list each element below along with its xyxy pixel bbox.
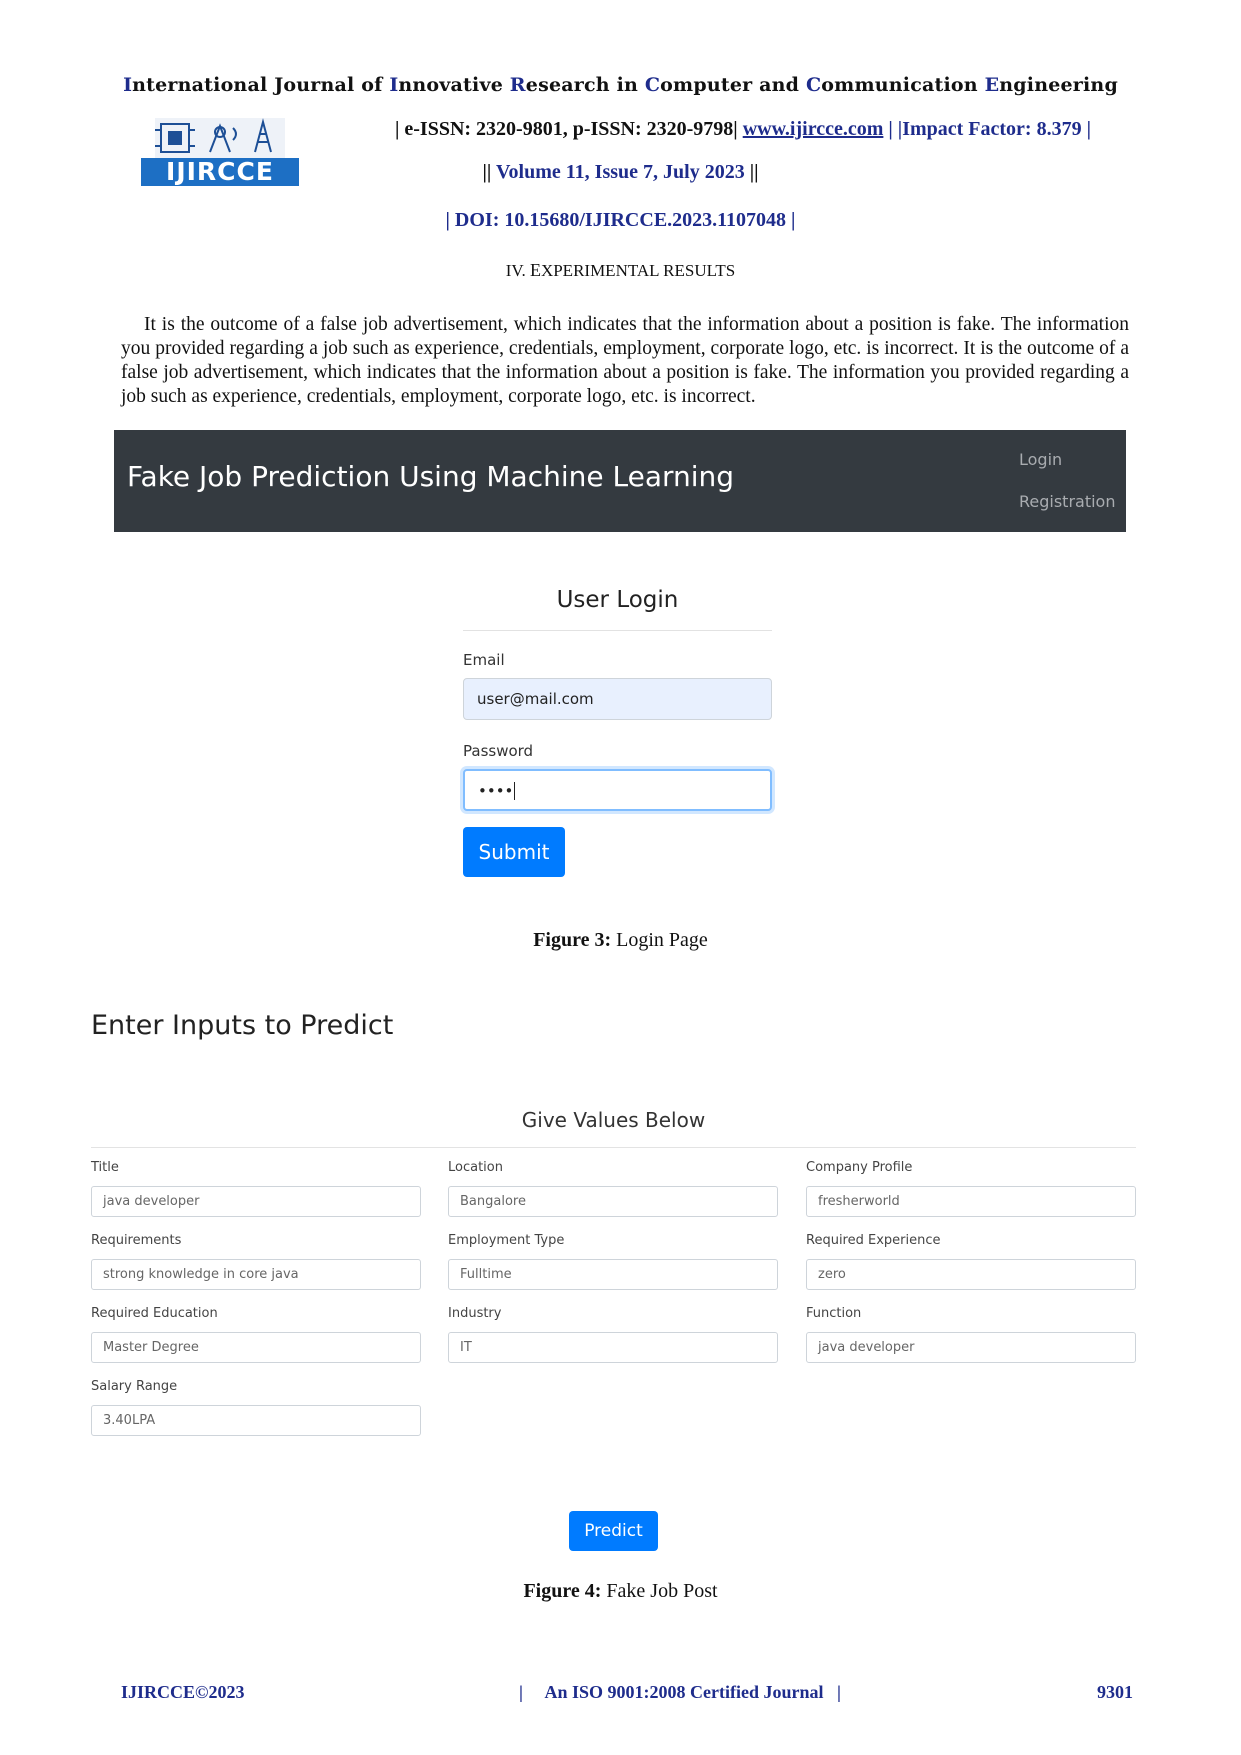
- journal-title-part: Engineering: [984, 74, 1118, 96]
- required-education-field-group: Required Education Master Degree: [91, 1305, 421, 1363]
- page-number: 9301: [1097, 1682, 1133, 1702]
- field-label: Required Experience: [806, 1233, 941, 1248]
- salary-range-field-group: Salary Range 3.40LPA: [91, 1378, 421, 1436]
- journal-title-part: International: [123, 74, 275, 96]
- field-label: Salary Range: [91, 1379, 178, 1394]
- industry-input[interactable]: IT: [448, 1332, 778, 1363]
- app-navbar: Fake Job Prediction Using Machine Learni…: [114, 430, 1126, 532]
- journal-title-part: Journal of: [274, 74, 390, 96]
- text-cursor: ​: [514, 782, 516, 800]
- requirements-field-group: Requirements strong knowledge in core ja…: [91, 1232, 421, 1290]
- journal-title-part: Communication: [805, 74, 985, 96]
- location-field-group: Location Bangalore: [448, 1159, 778, 1217]
- field-label: Function: [806, 1306, 862, 1321]
- password-label: Password: [463, 742, 534, 760]
- industry-field-group: Industry IT: [448, 1305, 778, 1363]
- field-label: Location: [448, 1160, 503, 1175]
- section-first-letter: E: [529, 260, 541, 280]
- field-label: Employment Type: [448, 1233, 565, 1248]
- salary-range-input[interactable]: 3.40LPA: [91, 1405, 421, 1436]
- form-subtitle: Give Values Below: [521, 1108, 706, 1132]
- journal-title-part: Computer and: [644, 74, 806, 96]
- required-experience-input[interactable]: zero: [806, 1259, 1136, 1290]
- doi-line: | DOI: 10.15680/IJIRCCE.2023.1107048 |: [445, 209, 796, 231]
- navbar-brand[interactable]: Fake Job Prediction Using Machine Learni…: [127, 460, 734, 493]
- figure4-caption-label: Figure 4:: [523, 1580, 602, 1602]
- submit-button[interactable]: Submit: [463, 827, 565, 877]
- journal-title-part: Research in: [509, 74, 645, 96]
- footer-copyright: IJIRCCE©2023: [121, 1682, 245, 1702]
- title-input[interactable]: java developer: [91, 1186, 421, 1217]
- figure3-caption-label: Figure 3:: [533, 929, 612, 951]
- predict-button[interactable]: Predict: [569, 1511, 658, 1551]
- field-label: Required Education: [91, 1306, 218, 1321]
- form-divider: [91, 1147, 1136, 1148]
- nav-registration-link[interactable]: Registration: [1019, 492, 1115, 511]
- impact-factor: | |Impact Factor: 8.379 |: [883, 118, 1091, 140]
- location-input[interactable]: Bangalore: [448, 1186, 778, 1217]
- requirements-input[interactable]: strong knowledge in core java: [91, 1259, 421, 1290]
- section-heading: IV. EXPERIMENTAL RESULTS: [0, 260, 1241, 281]
- section-number: IV.: [505, 261, 530, 280]
- issn-text: | e-ISSN: 2320-9801, p-ISSN: 2320-9798|: [394, 118, 743, 140]
- section-title-rest: XPERIMENTAL RESULTS: [540, 261, 736, 280]
- required-experience-field-group: Required Experience zero: [806, 1232, 1136, 1290]
- footer-certification: | An ISO 9001:2008 Certified Journal |: [519, 1682, 841, 1702]
- field-label: Company Profile: [806, 1160, 913, 1175]
- figure4-caption-text: Fake Job Post: [601, 1580, 718, 1602]
- password-field[interactable]: ••••​: [463, 769, 772, 811]
- login-divider: [463, 630, 772, 631]
- journal-title-part: Innovative: [389, 74, 510, 96]
- function-input[interactable]: java developer: [806, 1332, 1136, 1363]
- field-label: Requirements: [91, 1233, 182, 1248]
- function-field-group: Function java developer: [806, 1305, 1136, 1363]
- required-education-input[interactable]: Master Degree: [91, 1332, 421, 1363]
- figure4-caption: Figure 4: Fake Job Post: [0, 1580, 1241, 1603]
- figure3-caption: Figure 3: Login Page: [0, 929, 1241, 952]
- company-profile-field-group: Company Profile fresherworld: [806, 1159, 1136, 1217]
- field-label: Title: [91, 1160, 119, 1175]
- volume-line: || Volume 11, Issue 7, July 2023 ||: [0, 161, 1241, 184]
- journal-title: International Journal of Innovative Rese…: [0, 74, 1241, 96]
- company-profile-input[interactable]: fresherworld: [806, 1186, 1136, 1217]
- login-heading: User Login: [556, 587, 679, 613]
- volume-text: Volume 11, Issue 7, July 2023: [495, 161, 745, 183]
- issn-line: | e-ISSN: 2320-9801, p-ISSN: 2320-9798| …: [0, 118, 1241, 141]
- predict-page-title: Enter Inputs to Predict: [91, 1010, 394, 1041]
- title-field-group: Title java developer: [91, 1159, 421, 1217]
- email-label: Email: [463, 651, 505, 669]
- login-form: User Login Email user@mail.com Password …: [463, 580, 772, 877]
- employment-type-field-group: Employment Type Fulltime: [448, 1232, 778, 1290]
- volume-prefix: ||: [482, 161, 496, 183]
- figure3-caption-text: Login Page: [611, 929, 708, 951]
- employment-type-input[interactable]: Fulltime: [448, 1259, 778, 1290]
- volume-suffix: ||: [744, 161, 759, 183]
- website-link[interactable]: www.ijircce.com: [743, 118, 884, 140]
- field-label: Industry: [448, 1306, 502, 1321]
- nav-login-link[interactable]: Login: [1019, 450, 1062, 469]
- body-paragraph: It is the outcome of a false job adverti…: [121, 314, 1129, 407]
- email-field[interactable]: user@mail.com: [463, 678, 772, 720]
- password-dots: ••••: [478, 782, 514, 800]
